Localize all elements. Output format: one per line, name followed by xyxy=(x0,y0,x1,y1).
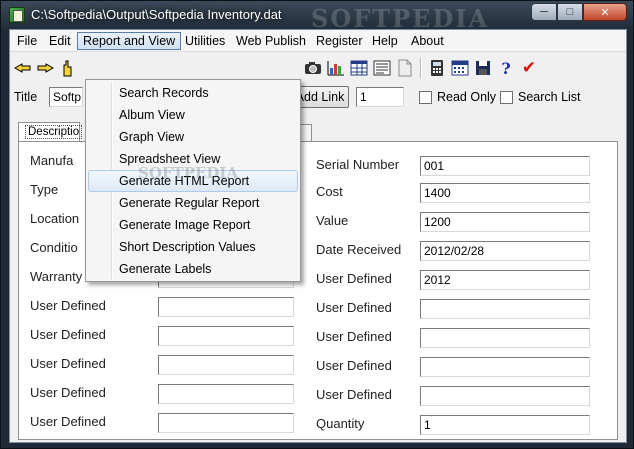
client-area: File Edit Report and View Utilities Web … xyxy=(9,29,627,443)
menu-help[interactable]: Help xyxy=(367,32,403,50)
close-button[interactable]: ✕ xyxy=(583,3,627,21)
table-icon[interactable] xyxy=(348,57,370,79)
menu-web-publish[interactable]: Web Publish xyxy=(231,32,311,50)
field-label-right-user-defined-1: User Defined xyxy=(316,271,392,286)
menu-bar: File Edit Report and View Utilities Web … xyxy=(10,30,626,52)
field-label-quantity: Quantity xyxy=(316,416,365,431)
field-label-cost: Cost xyxy=(316,184,343,199)
field-label-condition: Conditio xyxy=(30,240,78,255)
field-serial-number[interactable]: 001 xyxy=(420,156,590,176)
save-disk-icon[interactable] xyxy=(472,57,494,79)
title-label: Title xyxy=(14,90,38,104)
window-controls: ─ □ ✕ xyxy=(531,3,627,21)
help-question-icon[interactable]: ? xyxy=(495,57,517,79)
field-label-type: Type xyxy=(30,182,59,197)
read-only-label: Read Only xyxy=(437,90,497,104)
field-label-right-user-defined-3: User Defined xyxy=(316,329,392,344)
dropdown-item-generate-image-report[interactable]: Generate Image Report xyxy=(88,214,298,236)
list-icon[interactable] xyxy=(371,57,393,79)
search-list-label: Search List xyxy=(518,90,581,104)
field-cost[interactable]: 1400 xyxy=(420,183,590,203)
app-icon[interactable] xyxy=(9,7,25,23)
window-title: C:\Softpedia\Output\Softpedia Inventory.… xyxy=(31,7,282,22)
field-label-value: Value xyxy=(316,213,349,228)
dropdown-item-graph-view[interactable]: Graph View xyxy=(88,126,298,148)
dropdown-item-generate-labels[interactable]: Generate Labels xyxy=(88,258,298,280)
field-right-user-defined-2[interactable] xyxy=(420,299,590,319)
menu-edit[interactable]: Edit xyxy=(44,32,76,50)
checkmark-icon[interactable]: ✔ xyxy=(518,57,540,79)
app-window: C:\Softpedia\Output\Softpedia Inventory.… xyxy=(0,0,634,449)
pointing-left-hand-icon[interactable] xyxy=(12,57,34,79)
dropdown-item-short-description-values[interactable]: Short Description Values xyxy=(88,236,298,258)
read-only-checkbox[interactable] xyxy=(419,91,432,104)
field-label-user-defined-1: User Defined xyxy=(30,298,106,313)
field-right-user-defined-5[interactable] xyxy=(420,386,590,406)
search-list-checkbox[interactable] xyxy=(500,91,513,104)
hand-icon[interactable] xyxy=(56,57,78,79)
field-value[interactable]: 1200 xyxy=(420,212,590,232)
bar-chart-icon[interactable] xyxy=(325,57,347,79)
field-label-location: Location xyxy=(30,211,80,226)
calculator-icon[interactable] xyxy=(426,57,448,79)
field-label-right-user-defined-2: User Defined xyxy=(316,300,392,315)
toolbar-separator xyxy=(420,57,422,79)
field-right-user-defined-4[interactable] xyxy=(420,357,590,377)
tab-description[interactable]: Descriptio xyxy=(18,122,83,142)
field-user-defined-3[interactable] xyxy=(158,355,294,375)
dropdown-watermark: SOFTPEDIA xyxy=(138,164,239,182)
menu-utilities[interactable]: Utilities xyxy=(180,32,230,50)
field-date-received[interactable]: 2012/02/28 xyxy=(420,241,590,261)
field-label-date-received: Date Received xyxy=(316,242,402,257)
report-and-view-dropdown: Search Records Album View Graph View Spr… xyxy=(85,79,301,282)
menu-about[interactable]: About xyxy=(406,32,449,50)
menu-file[interactable]: File xyxy=(12,32,42,50)
field-right-user-defined-1[interactable]: 2012 xyxy=(420,270,590,290)
field-label-user-defined-5: User Defined xyxy=(30,414,106,429)
menu-register[interactable]: Register xyxy=(311,32,368,50)
tab-description-label: Descriptio xyxy=(25,125,83,139)
field-label-warranty: Warranty xyxy=(30,269,83,284)
field-label-serial-number: Serial Number xyxy=(316,157,400,172)
maximize-button[interactable]: □ xyxy=(557,3,583,21)
field-user-defined-1[interactable] xyxy=(158,297,294,317)
field-user-defined-4[interactable] xyxy=(158,384,294,404)
field-quantity[interactable]: 1 xyxy=(420,415,590,435)
minimize-button[interactable]: ─ xyxy=(531,3,557,21)
pointing-right-hand-icon[interactable] xyxy=(34,57,56,79)
field-label-manufacturer: Manufa xyxy=(30,153,74,168)
field-user-defined-2[interactable] xyxy=(158,326,294,346)
camera-icon[interactable] xyxy=(302,57,324,79)
menu-report-and-view[interactable]: Report and View xyxy=(77,32,182,50)
field-right-user-defined-3[interactable] xyxy=(420,328,590,348)
title-input[interactable]: Softp xyxy=(49,87,83,107)
field-label-right-user-defined-5: User Defined xyxy=(316,387,392,402)
field-user-defined-5[interactable] xyxy=(158,413,294,433)
field-label-right-user-defined-4: User Defined xyxy=(316,358,392,373)
dropdown-item-generate-regular-report[interactable]: Generate Regular Report xyxy=(88,192,298,214)
field-label-user-defined-2: User Defined xyxy=(30,327,106,342)
title-bar[interactable]: C:\Softpedia\Output\Softpedia Inventory.… xyxy=(1,1,633,33)
dropdown-item-album-view[interactable]: Album View xyxy=(88,104,298,126)
field-label-user-defined-4: User Defined xyxy=(30,385,106,400)
document-icon[interactable] xyxy=(394,57,416,79)
dropdown-item-search-records[interactable]: Search Records xyxy=(88,82,298,104)
field-label-user-defined-3: User Defined xyxy=(30,356,106,371)
number-input[interactable]: 1 xyxy=(356,87,404,107)
calendar-icon[interactable] xyxy=(449,57,471,79)
